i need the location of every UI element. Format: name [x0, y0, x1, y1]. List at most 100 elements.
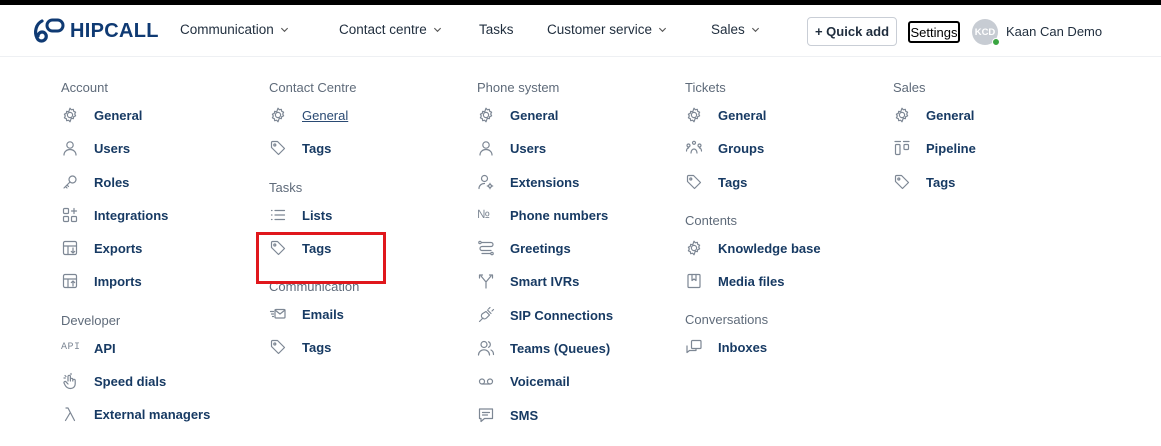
hand-tap-icon	[61, 372, 79, 390]
quick-add-button[interactable]: + Quick add	[807, 17, 897, 46]
pipeline-icon	[893, 139, 911, 157]
menu-item-communication-emails[interactable]: Emails	[269, 306, 469, 339]
tag-icon	[893, 173, 911, 191]
menu-item-label: Tags	[926, 174, 956, 190]
online-status-dot	[992, 38, 1000, 46]
menu-item-label: Voicemail	[510, 374, 570, 390]
menu-item-sales-general[interactable]: General	[893, 107, 1093, 140]
menu-item-phone-numbers[interactable]: № Phone numbers	[477, 207, 677, 240]
group-title-phone-system: Phone system	[477, 80, 560, 95]
menu-item-label: Media files	[718, 274, 785, 290]
group-title-account: Account	[61, 80, 108, 95]
grid-plus-icon	[61, 206, 79, 224]
menu-item-tickets-tags[interactable]: Tags	[685, 174, 885, 207]
brand-logo[interactable]: HIPCALL	[32, 16, 159, 46]
highlight-box	[256, 232, 386, 284]
group-title-contents: Contents	[685, 212, 738, 228]
menu-item-label: Users	[94, 141, 131, 157]
plug-icon	[477, 306, 495, 324]
menu-item-account-roles[interactable]: Roles	[61, 174, 261, 207]
menu-item-account-users[interactable]: Users	[61, 140, 261, 173]
menu-item-phone-smart-ivrs[interactable]: Smart IVRs	[477, 273, 677, 306]
chat-icon	[477, 406, 495, 424]
menu-item-label: Lists	[302, 207, 333, 223]
nav-communication-label: Communication	[180, 22, 274, 37]
menu-item-phone-voicemail[interactable]: Voicemail	[477, 373, 677, 406]
menu-item-phone-sms[interactable]: SMS	[477, 407, 677, 440]
menu-item-label: Tags	[718, 174, 748, 190]
menu-item-label: Emails	[302, 307, 344, 323]
user-name[interactable]: Kaan Can Demo	[1006, 24, 1102, 39]
nav-communication[interactable]: Communication	[180, 22, 289, 37]
team-icon	[477, 339, 495, 357]
nav-contact-centre[interactable]: Contact centre	[339, 22, 442, 37]
user-icon	[477, 139, 495, 157]
settings-column-4: Tickets General Groups Tags Contents Kno…	[685, 80, 885, 373]
menu-item-label: General	[718, 108, 767, 123]
menu-item-developer-speed-dials[interactable]: Speed dials	[61, 373, 261, 406]
menu-item-phone-general[interactable]: General	[477, 107, 677, 140]
greeting-icon	[477, 239, 495, 257]
voicemail-icon	[477, 372, 495, 390]
chevron-down-icon	[433, 27, 441, 33]
menu-item-conversations-inboxes[interactable]: Inboxes	[685, 339, 885, 372]
group-title-sales: Sales	[893, 80, 926, 95]
tag-icon	[269, 139, 287, 157]
api-icon: API	[61, 341, 81, 353]
menu-item-sales-pipeline[interactable]: Pipeline	[893, 140, 1093, 173]
menu-item-label: Extensions	[510, 174, 580, 190]
split-arrow-icon	[477, 272, 495, 290]
menu-item-label: General	[302, 108, 349, 123]
user-gear-icon	[477, 173, 495, 191]
settings-column-5: Sales General Pipeline Tags	[893, 80, 1093, 207]
menu-item-label: Inboxes	[718, 340, 768, 356]
menu-item-tickets-groups[interactable]: Groups	[685, 140, 885, 173]
menu-item-label: Pipeline	[926, 141, 976, 157]
menu-item-phone-teams[interactable]: Teams (Queues)	[477, 340, 677, 373]
menu-item-tickets-general[interactable]: General	[685, 107, 885, 140]
nav-sales-label: Sales	[711, 22, 745, 37]
tag-icon	[685, 173, 703, 191]
inbox-icon	[685, 338, 703, 356]
menu-item-label: General	[94, 108, 143, 123]
menu-item-developer-api[interactable]: API API	[61, 340, 261, 373]
gear-icon	[685, 106, 703, 124]
menu-item-account-integrations[interactable]: Integrations	[61, 207, 261, 240]
nav-customer-service[interactable]: Customer service	[547, 22, 667, 37]
menu-item-developer-external-managers[interactable]: External managers	[61, 406, 261, 439]
menu-item-sales-tags[interactable]: Tags	[893, 174, 1093, 207]
menu-item-phone-greetings[interactable]: Greetings	[477, 240, 677, 273]
menu-item-account-general[interactable]: General	[61, 107, 261, 140]
gear-icon	[61, 106, 79, 124]
menu-item-phone-sip-connections[interactable]: SIP Connections	[477, 307, 677, 340]
mail-icon	[269, 305, 287, 323]
menu-item-label: Imports	[94, 274, 142, 290]
nav-tasks[interactable]: Tasks	[479, 22, 514, 37]
menu-item-communication-tags[interactable]: Tags	[269, 339, 469, 372]
nav-sales[interactable]: Sales	[711, 22, 760, 37]
menu-item-label: Groups	[718, 141, 765, 157]
menu-item-contents-knowledge-base[interactable]: Knowledge base	[685, 240, 885, 273]
menu-item-contact-centre-tags[interactable]: Tags	[269, 140, 469, 173]
menu-item-label: SMS	[510, 407, 539, 423]
menu-item-label: General	[510, 108, 559, 123]
gear-icon	[685, 239, 703, 257]
menu-item-label: Greetings	[510, 241, 571, 257]
nav-customer-service-label: Customer service	[547, 22, 653, 37]
media-icon	[685, 272, 703, 290]
menu-item-account-exports[interactable]: Exports	[61, 240, 261, 273]
menu-item-phone-users[interactable]: Users	[477, 140, 677, 173]
menu-item-label: External managers	[94, 407, 211, 423]
settings-column-3: Phone system General Users Extensions № P…	[477, 80, 677, 440]
menu-item-phone-extensions[interactable]: Extensions	[477, 174, 677, 207]
menu-item-contents-media-files[interactable]: Media files	[685, 273, 885, 306]
group-title-tasks: Tasks	[269, 179, 303, 195]
menu-item-label: Speed dials	[94, 374, 167, 390]
menu-item-label: Teams (Queues)	[510, 341, 611, 357]
menu-item-label: Tags	[302, 141, 332, 157]
menu-item-account-imports[interactable]: Imports	[61, 273, 261, 306]
menu-item-contact-centre-general[interactable]: General	[269, 107, 469, 140]
menu-item-label: Exports	[94, 241, 143, 257]
settings-button[interactable]: Settings	[908, 21, 960, 43]
hipcall-logo-icon	[34, 18, 65, 43]
